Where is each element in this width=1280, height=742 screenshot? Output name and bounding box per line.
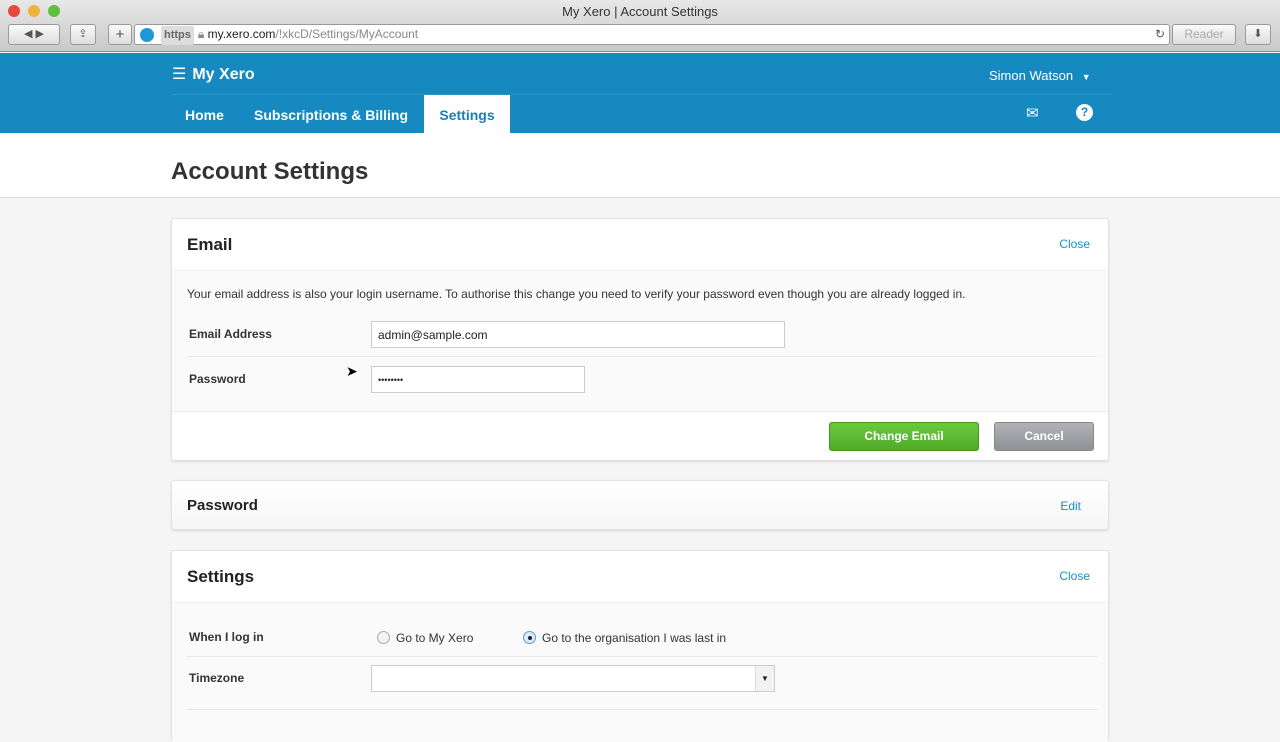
share-icon[interactable]: ⇪ — [70, 24, 96, 45]
email-close-link[interactable]: Close — [1059, 237, 1090, 251]
reload-icon[interactable]: ↻ — [1155, 25, 1165, 44]
email-label: Email Address — [189, 327, 272, 341]
brand-label: My Xero — [192, 66, 255, 83]
login-label: When I log in — [189, 630, 264, 644]
divider — [187, 356, 1097, 357]
email-description: Your email address is also your login us… — [187, 287, 966, 301]
user-menu[interactable]: Simon Watson ▼ — [989, 68, 1091, 83]
reader-button[interactable]: Reader — [1172, 24, 1236, 45]
settings-card-title: Settings — [187, 567, 255, 586]
change-email-button[interactable]: Change Email — [829, 422, 979, 451]
radio-label-last-org: Go to the organisation I was last in — [542, 631, 727, 645]
url-host: my.xero.com — [207, 27, 276, 41]
cancel-button[interactable]: Cancel — [994, 422, 1094, 451]
radio-go-to-my-xero[interactable] — [377, 631, 390, 644]
email-card-title: Email — [187, 235, 233, 254]
mail-icon[interactable]: ✉ — [1026, 104, 1039, 122]
chevron-down-icon: ▼ — [1081, 72, 1091, 82]
timezone-select[interactable]: ▼ — [371, 665, 775, 692]
brand[interactable]: ☰ My Xero — [172, 64, 255, 84]
password-card: Password Edit — [171, 480, 1109, 530]
password-field[interactable]: •••••••• — [371, 366, 585, 393]
user-name: Simon Watson — [989, 68, 1074, 83]
settings-card: Settings Close When I log in Go to My Xe… — [171, 550, 1109, 742]
help-icon[interactable]: ? — [1076, 104, 1093, 121]
downloads-icon[interactable]: ⬇ — [1245, 24, 1271, 45]
email-field[interactable]: admin@sample.com — [371, 321, 785, 348]
back-forward-button[interactable]: ◀ ▶ — [8, 24, 60, 45]
menu-icon[interactable]: ☰ — [172, 66, 186, 83]
divider — [187, 656, 1097, 657]
tab-settings[interactable]: Settings — [424, 95, 510, 133]
mouse-cursor-icon: ➤ — [346, 363, 358, 379]
chevron-down-icon[interactable]: ▼ — [755, 666, 774, 691]
email-form: Your email address is also your login us… — [172, 270, 1108, 412]
lock-icon: 🔒︎ — [197, 27, 208, 41]
tab-home[interactable]: Home — [172, 95, 237, 133]
settings-close-link[interactable]: Close — [1059, 569, 1090, 583]
page-title: Account Settings — [171, 158, 369, 185]
window-title: My Xero | Account Settings — [562, 4, 718, 19]
divider — [187, 709, 1097, 710]
address-bar[interactable]: https 🔒︎ my.xero.com/!xkcD/Settings/MyAcc… — [134, 24, 1170, 45]
password-edit-link[interactable]: Edit — [1060, 499, 1081, 513]
https-badge: https — [161, 26, 194, 45]
tab-subscriptions-billing[interactable]: Subscriptions & Billing — [241, 95, 421, 133]
browser-chrome: My Xero | Account Settings ◀ ▶ ⇪ + https… — [0, 0, 1280, 52]
radio-go-to-last-org[interactable] — [523, 631, 536, 644]
radio-label-my-xero: Go to My Xero — [396, 631, 474, 645]
settings-form: When I log in Go to My Xero Go to the or… — [172, 602, 1108, 742]
xero-favicon-icon — [140, 28, 154, 42]
url-path: /!xkcD/Settings/MyAccount — [275, 27, 419, 41]
timezone-label: Timezone — [189, 671, 245, 685]
password-label: Password — [189, 372, 246, 386]
add-bookmark-button[interactable]: + — [108, 24, 132, 45]
password-card-title: Password — [187, 497, 258, 514]
